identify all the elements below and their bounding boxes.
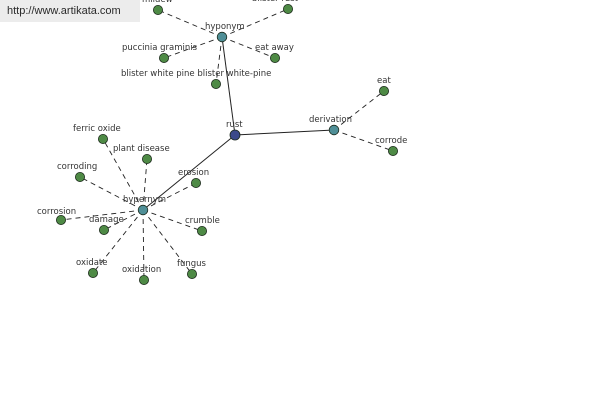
term-node-hypernym-7-dot[interactable] [88, 267, 99, 278]
term-node-hypernym-6-dot[interactable] [196, 225, 207, 236]
term-node-hyponym-4-label: blister white pine blister white-pine [121, 69, 271, 79]
term-node-hypernym-7-label: oxidate [76, 258, 108, 268]
term-node-hypernym-3[interactable]: erosion [178, 168, 209, 188]
root-node-rust-label: rust [226, 120, 243, 130]
term-node-derivation-0-dot[interactable] [378, 86, 389, 97]
term-node-hypernym-4-label: corrosion [37, 207, 76, 217]
term-node-hypernym-2-dot[interactable] [75, 171, 86, 182]
term-node-hypernym-8-dot[interactable] [138, 274, 149, 285]
term-node-hyponym-3-label: eat away [255, 43, 294, 53]
term-node-derivation-1[interactable]: corrode [375, 136, 407, 156]
term-node-derivation-0[interactable]: eat [377, 76, 391, 97]
relation-node-hypernym-dot[interactable] [137, 204, 149, 216]
term-node-hyponym-2[interactable]: puccinia graminis [122, 43, 198, 64]
term-node-hypernym-3-label: erosion [178, 168, 209, 178]
root-node-rust-dot[interactable] [229, 129, 241, 141]
term-node-hypernym-5-dot[interactable] [99, 224, 110, 235]
graph-nodes: mildew blister rust puccinia graminis eat a… [37, 0, 407, 285]
term-node-hypernym-0[interactable]: ferric oxide [73, 124, 121, 144]
relation-node-hypernym-label: hypernym [123, 195, 166, 205]
term-node-hypernym-7[interactable]: oxidate [76, 258, 108, 278]
term-node-hypernym-9[interactable]: fungus [177, 259, 207, 279]
term-node-hypernym-5-label: damage [89, 215, 124, 225]
term-node-hypernym-1[interactable]: plant disease [113, 144, 170, 164]
term-node-hyponym-1-dot[interactable] [282, 4, 293, 14]
relation-node-hyponym-label: hyponym [205, 22, 245, 32]
term-node-derivation-0-label: eat [377, 76, 391, 86]
term-node-hypernym-6-label: crumble [185, 216, 220, 226]
relation-node-derivation-label: derivation [309, 115, 352, 125]
term-node-hyponym-1[interactable]: blister rust [252, 0, 299, 14]
term-node-hypernym-4[interactable]: corrosion [37, 207, 76, 225]
term-node-hypernym-3-dot[interactable] [190, 177, 201, 188]
term-node-hypernym-5[interactable]: damage [89, 215, 124, 235]
term-node-hypernym-9-dot[interactable] [186, 268, 197, 279]
term-node-hypernym-1-label: plant disease [113, 144, 170, 154]
term-node-derivation-1-label: corrode [375, 136, 407, 146]
term-node-hyponym-3[interactable]: eat away [255, 43, 294, 64]
term-node-hyponym-3-dot[interactable] [269, 53, 280, 64]
term-node-hyponym-4-dot[interactable] [210, 79, 221, 90]
graph-edges [60, 8, 394, 281]
term-node-hypernym-2[interactable]: corroding [57, 162, 97, 182]
term-node-hyponym-1-label: blister rust [252, 0, 299, 4]
term-node-hypernym-6[interactable]: crumble [185, 216, 220, 236]
term-node-hypernym-2-label: corroding [57, 162, 97, 172]
term-node-hypernym-0-dot[interactable] [98, 133, 109, 144]
term-node-hypernym-8-label: oxidation [122, 265, 161, 275]
term-node-derivation-1-dot[interactable] [387, 145, 398, 156]
term-node-hypernym-0-label: ferric oxide [73, 124, 121, 134]
term-node-hypernym-8[interactable]: oxidation [122, 265, 161, 285]
root-node-rust[interactable]: rust [226, 120, 243, 141]
term-node-hyponym-0[interactable]: mildew [142, 0, 173, 15]
source-url-badge[interactable]: http://www.artikata.com [0, 0, 140, 22]
term-node-hypernym-9-label: fungus [177, 259, 207, 269]
word-relation-graph: mildew blister rust puccinia graminis eat a… [37, 0, 407, 285]
term-node-hyponym-2-label: puccinia graminis [122, 43, 198, 53]
term-node-hyponym-4[interactable]: blister white pine blister white-pine [121, 69, 271, 90]
term-node-hyponym-0-dot[interactable] [152, 5, 163, 15]
relation-node-hyponym-dot[interactable] [216, 31, 228, 43]
relation-node-derivation-dot[interactable] [328, 124, 340, 136]
relation-node-derivation[interactable]: derivation [309, 115, 352, 136]
edge-root-derivation [234, 129, 335, 136]
term-node-hyponym-2-dot[interactable] [158, 53, 169, 64]
term-node-hyponym-0-label: mildew [142, 0, 173, 5]
term-node-hypernym-1-dot[interactable] [141, 153, 152, 164]
relation-node-hyponym[interactable]: hyponym [205, 22, 245, 43]
